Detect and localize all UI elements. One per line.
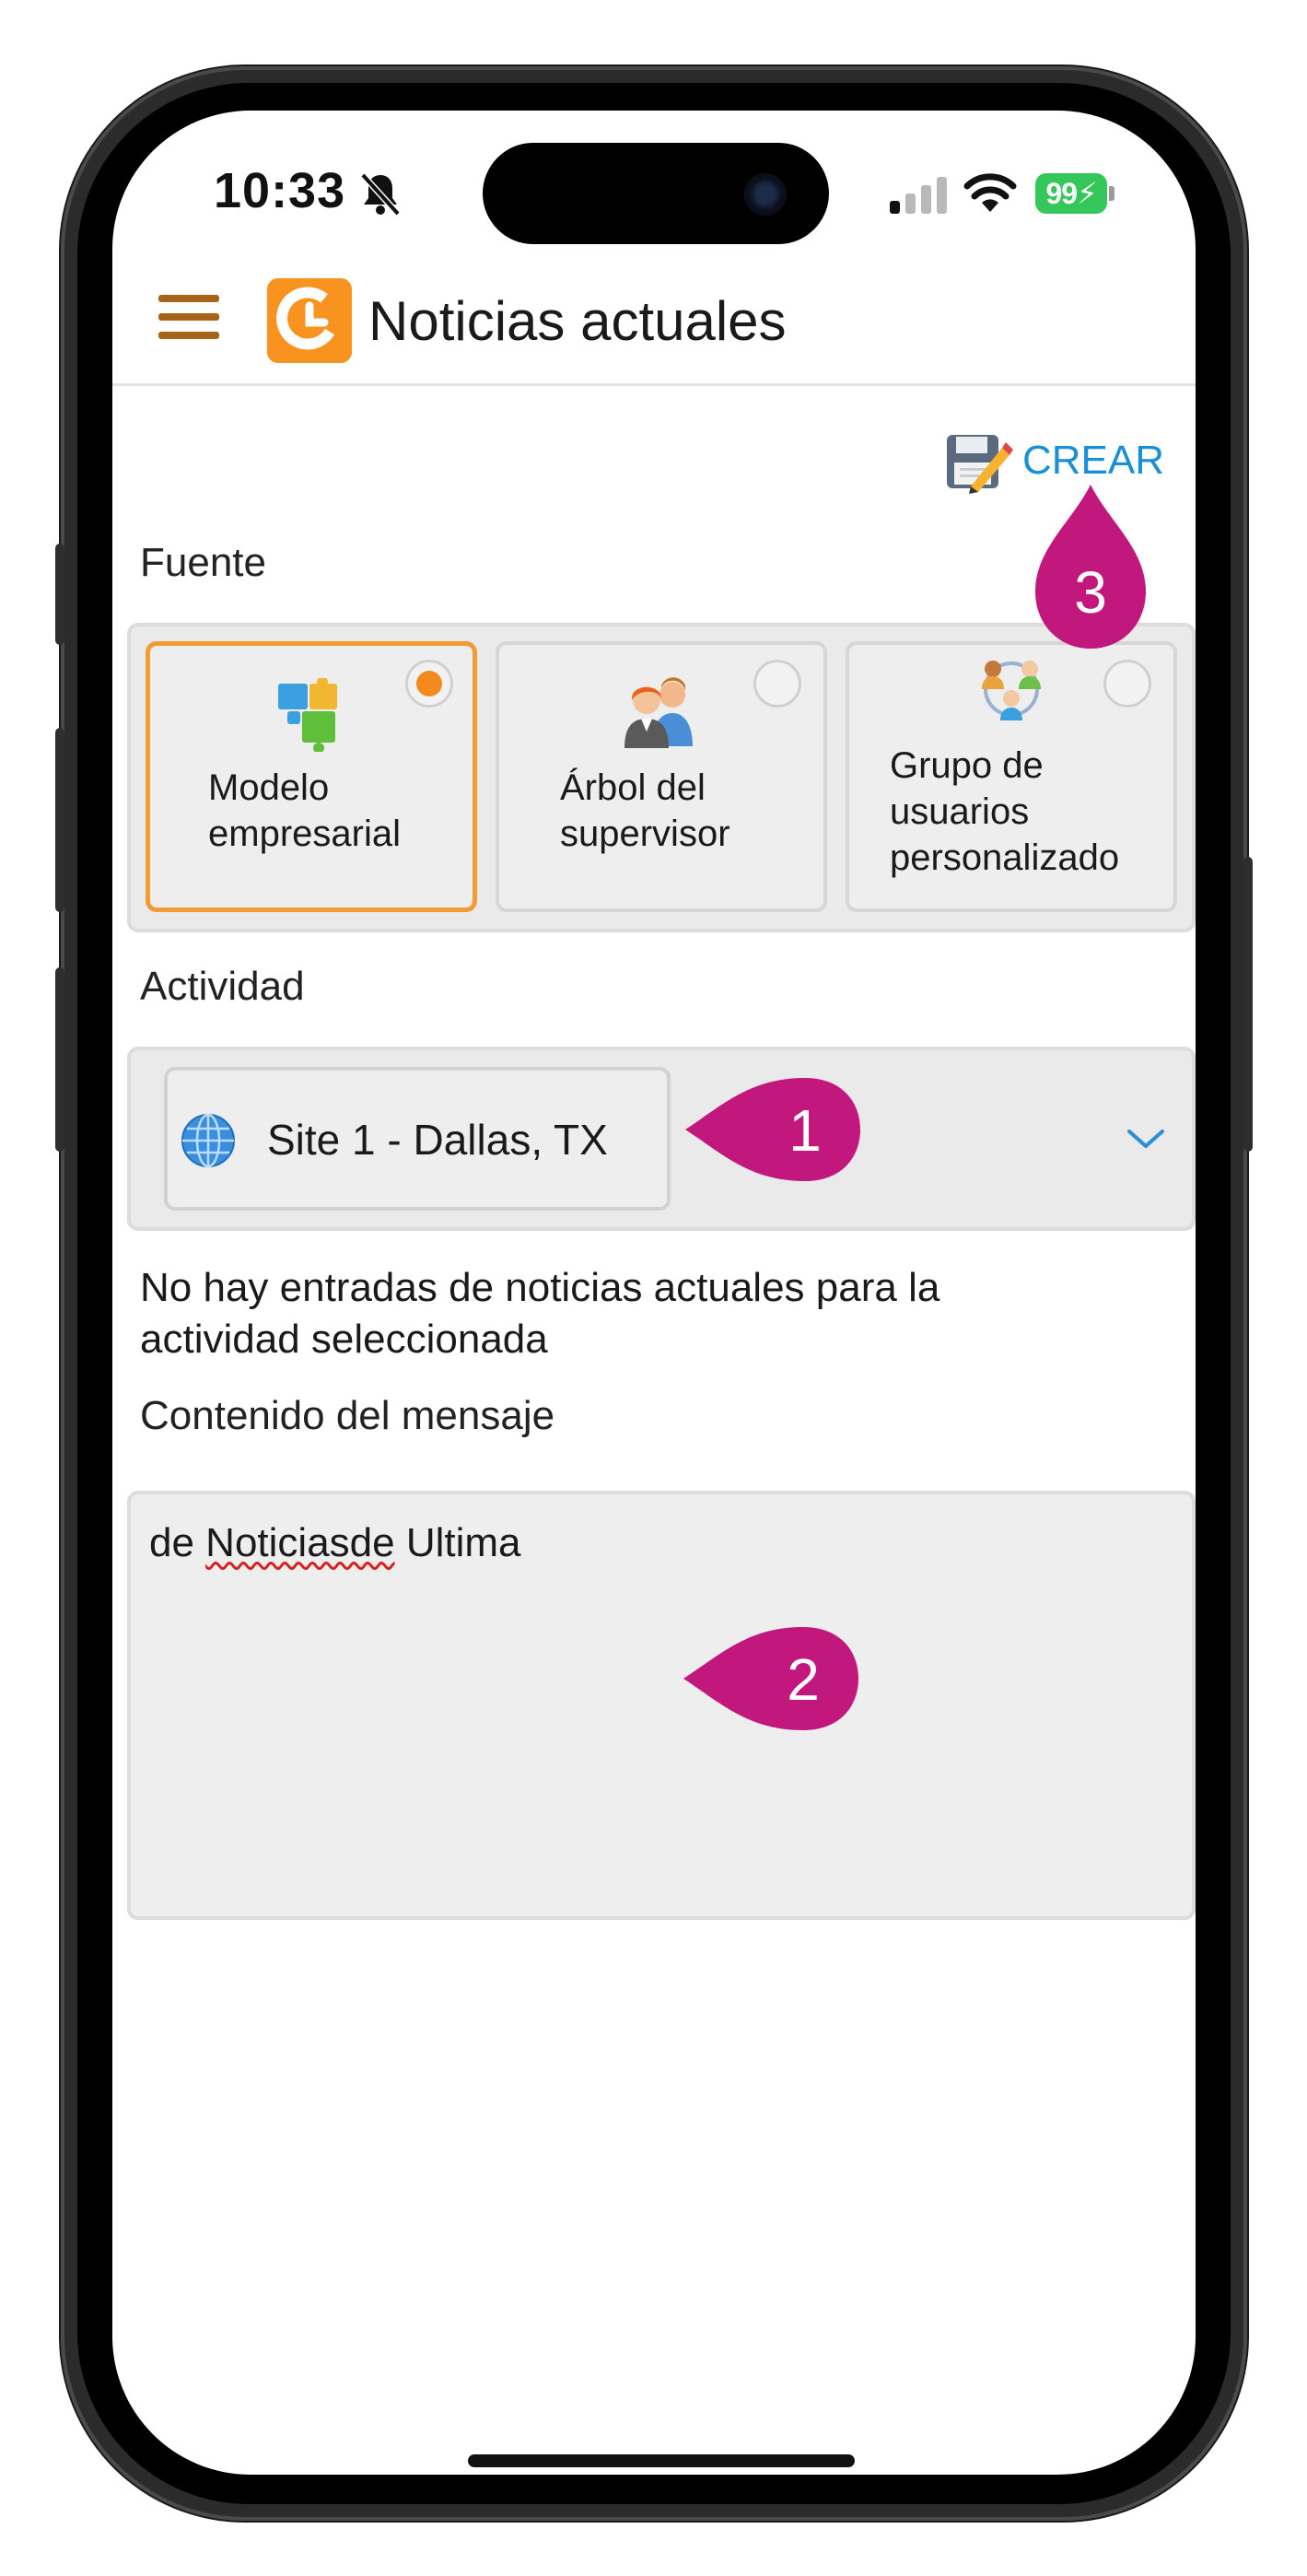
chevron-down-icon[interactable] bbox=[1126, 1126, 1166, 1152]
power-button bbox=[1243, 857, 1253, 1152]
source-option-label: Árbol del supervisor bbox=[560, 767, 730, 854]
save-edit-icon bbox=[947, 435, 1013, 494]
empty-state-message: No hay entradas de noticias actuales par… bbox=[140, 1265, 940, 1362]
source-label: Fuente bbox=[140, 540, 266, 585]
supervisor-icon bbox=[624, 677, 693, 748]
wifi-icon bbox=[963, 173, 1017, 212]
battery-tip bbox=[1109, 186, 1114, 201]
page-title: Noticias actuales bbox=[368, 290, 787, 352]
callout-2-number: 2 bbox=[787, 1646, 820, 1713]
source-option-label: Modelo empresarial bbox=[208, 767, 401, 854]
callout-1: 1 bbox=[685, 1069, 869, 1190]
callout-3: 3 bbox=[1026, 485, 1155, 656]
source-option-label: Grupo de usuarios personalizado bbox=[890, 745, 1120, 878]
source-radio-custom-group[interactable] bbox=[1103, 660, 1151, 708]
globe-icon bbox=[181, 1113, 235, 1168]
puzzle-icon bbox=[278, 678, 337, 752]
activity-label: Actividad bbox=[140, 964, 305, 1009]
status-time: 10:33 bbox=[214, 163, 346, 218]
front-camera-icon bbox=[744, 173, 787, 216]
hamburger-menu-icon[interactable] bbox=[158, 295, 219, 339]
source-radio-business-model[interactable] bbox=[405, 660, 453, 708]
volume-up-button bbox=[55, 728, 64, 912]
cellular-signal-icon bbox=[890, 177, 947, 214]
battery-icon: 99 ⚡ bbox=[1035, 173, 1107, 214]
bell-slash-icon bbox=[360, 172, 401, 216]
create-button-label: CREAR bbox=[1022, 438, 1165, 483]
volume-down-button bbox=[55, 967, 64, 1152]
message-text-suffix: Ultima bbox=[394, 1520, 521, 1565]
message-text-prefix: de bbox=[149, 1520, 206, 1565]
misspelled-word: Noticiasde bbox=[205, 1520, 395, 1565]
home-indicator[interactable] bbox=[468, 2454, 855, 2467]
app-logo-icon bbox=[267, 278, 352, 363]
message-content-label: Contenido del mensaje bbox=[140, 1393, 555, 1438]
callout-2: 2 bbox=[683, 1618, 868, 1739]
callout-3-number: 3 bbox=[1074, 559, 1107, 626]
user-group-icon bbox=[982, 661, 1041, 720]
battery-level: 99 bbox=[1045, 176, 1078, 210]
activity-selected-value: Site 1 - Dallas, TX bbox=[267, 1116, 608, 1164]
message-content-field[interactable]: de Noticiasde Ultima bbox=[127, 1491, 1196, 1920]
action-button bbox=[55, 544, 64, 645]
source-radio-supervisor-tree[interactable] bbox=[753, 660, 801, 708]
header-divider bbox=[112, 383, 1196, 386]
callout-1-number: 1 bbox=[788, 1097, 822, 1164]
